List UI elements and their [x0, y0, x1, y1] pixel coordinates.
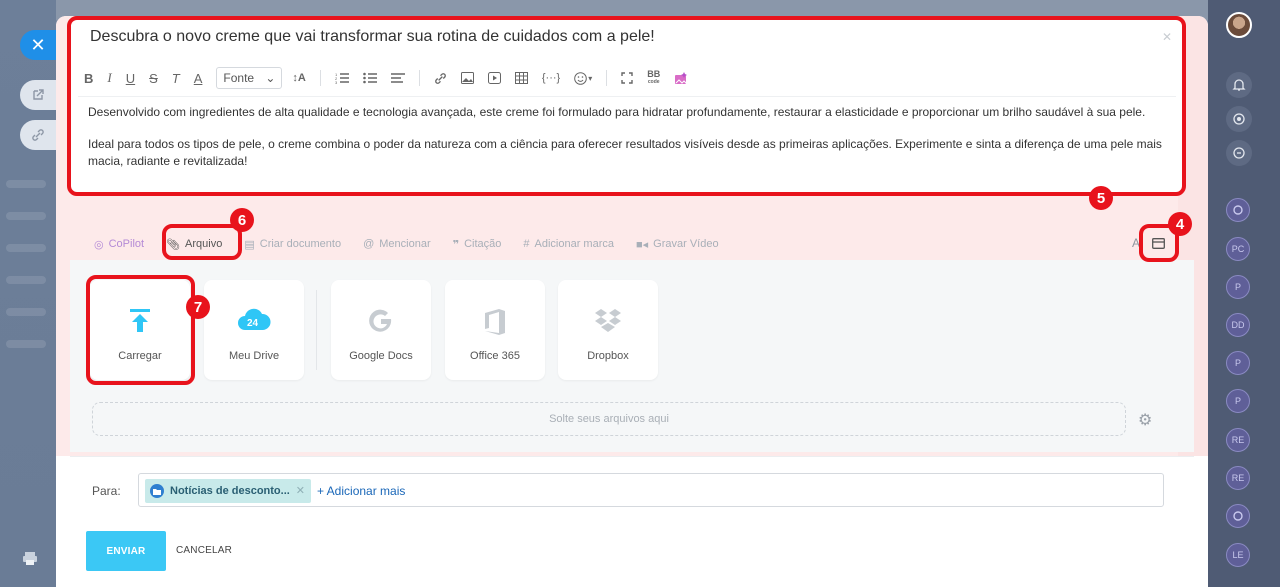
office-icon — [445, 308, 545, 336]
google-docs-tile[interactable]: Google Docs — [331, 280, 431, 380]
tab-mencionar[interactable]: @ Mencionar — [363, 238, 431, 250]
at-icon: @ — [363, 238, 375, 250]
tab-citacao[interactable]: ❞ Citação — [453, 238, 502, 251]
annotation-badge: 6 — [230, 208, 254, 232]
add-recipients-link[interactable]: + Adicionar mais — [317, 484, 405, 498]
user-avatar[interactable] — [1226, 12, 1252, 38]
chat-icon — [1233, 147, 1245, 159]
to-label: Para: — [92, 484, 121, 498]
drive-badge-text: 24 — [247, 318, 259, 329]
dropbox-icon — [558, 308, 658, 334]
tab-label: Citação — [464, 238, 502, 250]
annotation-badge: 7 — [186, 295, 210, 319]
external-link-icon — [33, 89, 44, 100]
rail-copilot-chip[interactable] — [1226, 198, 1250, 222]
remove-recipient-icon[interactable]: ✕ — [296, 484, 305, 497]
cancel-button[interactable]: CANCELAR — [176, 545, 232, 556]
dropzone-label: Solte seus arquivos aqui — [549, 413, 669, 425]
quote-icon: ❞ — [452, 238, 460, 251]
rail-contact[interactable]: PC — [1226, 237, 1250, 261]
tab-criar-documento[interactable]: ▤ Criar documento — [244, 238, 341, 251]
google-docs-label: Google Docs — [349, 350, 413, 362]
recipients-field[interactable]: Notícias de desconto... ✕ + Adicionar ma… — [138, 473, 1164, 507]
bell-icon — [1232, 79, 1246, 91]
open-in-new-window-button[interactable] — [20, 80, 56, 110]
background-placeholder — [6, 180, 46, 188]
source-divider — [316, 290, 317, 370]
tab-gravar-video[interactable]: ■◂ Gravar Vídeo — [636, 238, 719, 251]
notifications-button[interactable] — [1226, 72, 1252, 98]
recipient-chip-label: Notícias de desconto... — [170, 485, 290, 497]
office-365-tile[interactable]: Office 365 — [445, 280, 545, 380]
video-icon: ■◂ — [635, 238, 649, 251]
rail-copilot-chip[interactable] — [1226, 504, 1250, 528]
file-sources-area: Carregar 24 Meu Drive Google Docs Office… — [70, 260, 1194, 452]
background-placeholder — [6, 308, 46, 316]
rail-contact[interactable]: P — [1226, 275, 1250, 299]
annotation-badge: 5 — [1089, 186, 1113, 210]
folder-icon — [150, 484, 164, 498]
close-slider-button[interactable]: ✕ — [20, 30, 56, 60]
cloud-24-icon: 24 — [204, 308, 304, 332]
file-dropzone[interactable]: Solte seus arquivos aqui — [92, 402, 1126, 436]
drive-tile[interactable]: 24 Meu Drive — [204, 280, 304, 380]
tab-label: Criar documento — [259, 238, 342, 250]
copilot-rail-button[interactable] — [1226, 106, 1252, 132]
background-placeholder — [6, 276, 46, 284]
rail-contact[interactable]: LE — [1226, 543, 1250, 567]
tab-label: Adicionar marca — [534, 238, 614, 250]
highlight-arquivo-tab — [162, 224, 242, 260]
tab-label: CoPilot — [108, 238, 145, 250]
rail-contact[interactable]: P — [1226, 351, 1250, 375]
dropbox-tile[interactable]: Dropbox — [558, 280, 658, 380]
background-placeholder — [6, 244, 46, 252]
rail-contact[interactable]: P — [1226, 389, 1250, 413]
hash-icon: # — [523, 238, 530, 250]
send-button[interactable]: ENVIAR — [86, 531, 166, 571]
annotation-badge: 4 — [1168, 212, 1192, 236]
printer-icon[interactable] — [22, 550, 38, 566]
document-icon: ▤ — [244, 238, 255, 251]
highlight-editor — [67, 16, 1186, 196]
background-placeholder — [6, 340, 46, 348]
close-icon: ✕ — [30, 34, 46, 55]
copilot-icon: ◎ — [94, 238, 104, 251]
copilot-icon — [1233, 205, 1243, 215]
rail-contact[interactable]: DD — [1226, 313, 1250, 337]
dropbox-label: Dropbox — [587, 350, 629, 362]
section-divider — [70, 456, 1194, 457]
google-icon — [331, 308, 431, 334]
office-365-label: Office 365 — [470, 350, 520, 362]
link-icon — [32, 129, 44, 141]
tab-copilot[interactable]: ◎ CoPilot — [94, 238, 144, 251]
tab-adicionar-marca[interactable]: # Adicionar marca — [523, 238, 614, 250]
copilot-icon — [1233, 511, 1243, 521]
copy-link-button[interactable] — [20, 120, 56, 150]
recipient-chip[interactable]: Notícias de desconto... ✕ — [145, 479, 311, 503]
background-placeholder — [6, 212, 46, 220]
drive-label: Meu Drive — [228, 350, 280, 362]
highlight-upload-tile — [86, 275, 195, 385]
chat-button[interactable] — [1226, 140, 1252, 166]
gear-icon[interactable]: ⚙ — [1138, 410, 1152, 430]
rail-contact[interactable]: RE — [1226, 428, 1250, 452]
rail-contact[interactable]: RE — [1226, 466, 1250, 490]
tab-label: Gravar Vídeo — [653, 238, 719, 250]
tab-label: Mencionar — [379, 238, 431, 250]
copilot-icon — [1233, 113, 1245, 125]
